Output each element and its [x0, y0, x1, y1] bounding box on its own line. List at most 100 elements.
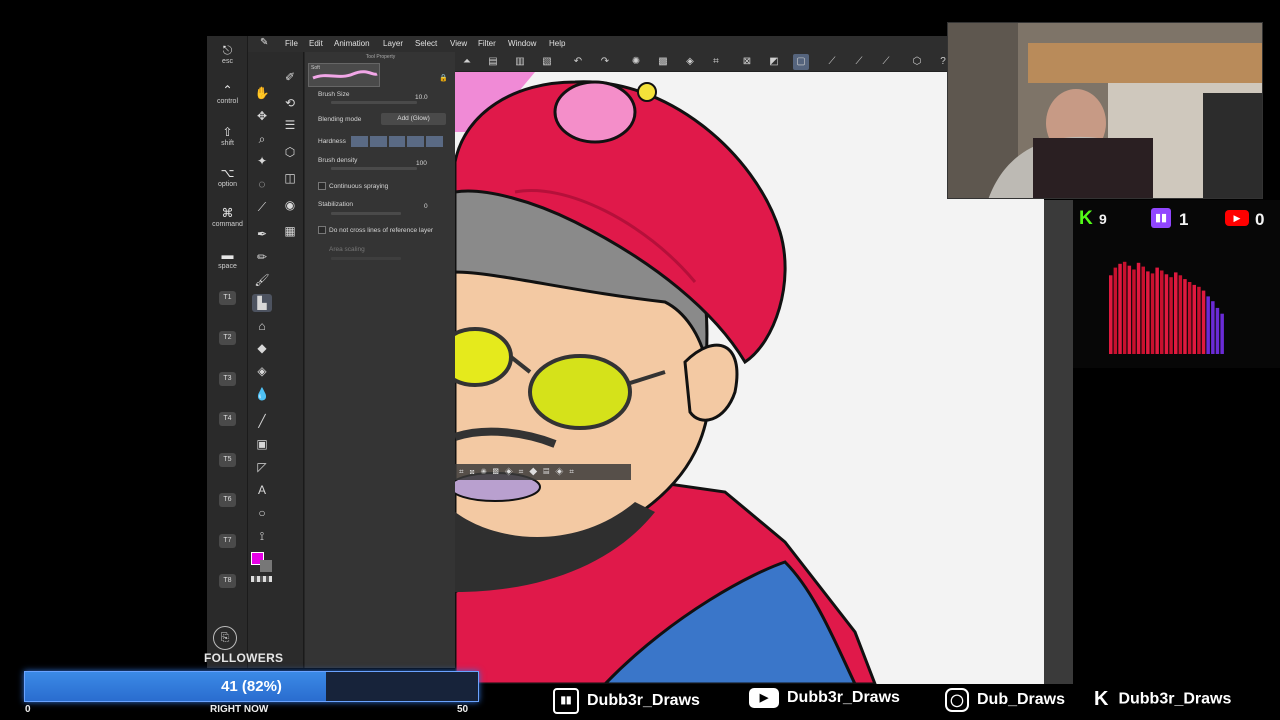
command-icon: ⌘ — [221, 206, 234, 220]
hardness-selector[interactable] — [351, 136, 443, 147]
fill-icon[interactable]: ◆ — [252, 339, 272, 357]
new-icon[interactable]: ⏶ — [459, 54, 475, 70]
stabilization-label: Stabilization — [318, 201, 354, 208]
command-key[interactable]: ⌘ command — [207, 207, 248, 228]
continuous-spraying-checkbox[interactable] — [318, 182, 326, 190]
space-key[interactable]: ▬ space — [207, 249, 248, 270]
menu-window[interactable]: Window — [508, 39, 536, 48]
transform-icon[interactable]: ◈ — [682, 54, 698, 70]
audio-bar — [1160, 270, 1164, 354]
blending-mode-select[interactable]: Add (Glow) — [381, 113, 446, 125]
shift-key[interactable]: ⇧ shift — [207, 126, 248, 147]
zoom-icon[interactable]: ⌕ — [252, 130, 272, 148]
brush-size-value[interactable]: 10.0 — [415, 94, 428, 101]
t6-key[interactable]: T6 — [219, 493, 236, 507]
t4-key[interactable]: T4 — [219, 412, 236, 426]
menu-help[interactable]: Help — [549, 39, 565, 48]
t5-key[interactable]: T5 — [219, 453, 236, 467]
menu-edit[interactable]: Edit — [309, 39, 323, 48]
rectangle-icon[interactable]: ▣ — [252, 435, 272, 453]
stabilization-value[interactable]: 0 — [424, 203, 428, 210]
sub-color-swatch[interactable] — [260, 560, 272, 572]
menu-filter[interactable]: Filter — [478, 39, 496, 48]
redo-icon[interactable]: ↷ — [597, 54, 613, 70]
decoration-icon[interactable]: ⌂ — [252, 317, 272, 335]
transparent-color-swatch[interactable] — [251, 576, 272, 582]
t1-key[interactable]: T1 — [219, 291, 236, 305]
brush-size-slider[interactable] — [331, 101, 417, 104]
followers-count: 41 (82%) — [221, 678, 282, 695]
fill-selection-icon[interactable]: ▩ — [655, 54, 671, 70]
chevron-up-icon: ⌃ — [222, 83, 233, 97]
snap-grid-icon[interactable]: ⟋ — [878, 54, 894, 70]
hand-icon[interactable]: ✋ — [252, 84, 272, 102]
t2-key[interactable]: T2 — [219, 331, 236, 345]
brush-density-slider[interactable] — [331, 167, 417, 170]
t3-key[interactable]: T3 — [219, 372, 236, 386]
export-icon[interactable]: ▧ — [539, 54, 555, 70]
pencil-icon[interactable]: ✏ — [252, 248, 272, 266]
brush-icon[interactable]: 🖌 — [252, 271, 272, 289]
kick-handle: Dubb3r_Draws — [1118, 690, 1232, 708]
youtube-handle: Dubb3r_Draws — [787, 689, 900, 707]
layer-property-icon[interactable]: ⬡ — [280, 143, 300, 161]
app-logo-icon[interactable]: ✎ — [260, 37, 268, 48]
move-icon[interactable]: ✥ — [252, 107, 272, 125]
floating-selection-toolbar[interactable]: ⌗⊠✺▩◈⌗◆▤◈⌗ — [459, 464, 629, 480]
layers-icon[interactable]: ◫ — [280, 169, 300, 187]
pen-icon[interactable]: ✒ — [252, 225, 272, 243]
open-icon[interactable]: ▤ — [485, 54, 501, 70]
brush-density-label: Brush density — [318, 157, 358, 164]
selection-border-icon[interactable]: ▢ — [793, 54, 809, 70]
esc-key[interactable]: ⎋ esc — [207, 44, 248, 65]
eyedropper-icon[interactable]: ⟋ — [252, 198, 272, 216]
eraser-icon[interactable]: ◈ — [252, 362, 272, 380]
command-label: command — [212, 221, 243, 228]
control-key[interactable]: ⌃ control — [207, 84, 248, 105]
social-twitch: ▮▮ Dubb3r_Draws — [553, 688, 700, 714]
invert-icon[interactable]: ◩ — [766, 54, 782, 70]
airbrush-icon[interactable]: ▙ — [252, 294, 272, 312]
brush-preview[interactable]: Soft — [308, 63, 380, 87]
snap-ruler-icon[interactable]: ⟋ — [824, 54, 840, 70]
option-key[interactable]: ⌥ option — [207, 167, 248, 188]
menu-layer[interactable]: Layer — [383, 39, 403, 48]
text-icon[interactable]: A — [252, 481, 272, 499]
menu-animation[interactable]: Animation — [334, 39, 370, 48]
rotate-view-icon[interactable]: ⟲ — [280, 94, 300, 112]
material-toolbar-icon[interactable]: ⬡ — [909, 54, 925, 70]
youtube-viewer-count: 0 — [1255, 210, 1265, 229]
undo-icon[interactable]: ↶ — [570, 54, 586, 70]
sub-tool-icon[interactable]: ✐ — [280, 68, 300, 86]
lasso-icon[interactable]: ◌ — [252, 175, 272, 193]
balloon-icon[interactable]: ○ — [252, 504, 272, 522]
menu-view[interactable]: View — [450, 39, 467, 48]
t8-key[interactable]: T8 — [219, 574, 236, 588]
clip-studio-logo-icon[interactable]: ⎘ — [213, 626, 237, 650]
menu-file[interactable]: File — [285, 39, 298, 48]
blend-icon[interactable]: 💧 — [252, 385, 272, 403]
audio-visualizer — [1109, 261, 1224, 354]
clear-icon[interactable]: ✺ — [628, 54, 644, 70]
snap-special-icon[interactable]: ⟋ — [851, 54, 867, 70]
gradient-icon[interactable]: ◸ — [252, 458, 272, 476]
save-icon[interactable]: ▥ — [512, 54, 528, 70]
social-youtube: ▶ Dubb3r_Draws — [749, 688, 900, 708]
crop-icon[interactable]: ⌗ — [708, 54, 724, 70]
navigator-icon[interactable]: ◉ — [280, 196, 300, 214]
brush-density-value[interactable]: 100 — [416, 160, 427, 167]
cross-lines-checkbox[interactable] — [318, 226, 326, 234]
line-icon[interactable]: ╱ — [252, 412, 272, 430]
command-bar: ⏶ ▤ ▥ ▧ ↶ ↷ ✺ ▩ ◈ ⌗ ⊠ ◩ ▢ ⟋ ⟋ ⟋ ⬡ ? — [455, 52, 948, 72]
deselect-icon[interactable]: ⊠ — [739, 54, 755, 70]
magic-wand-icon[interactable]: ✦ — [252, 152, 272, 170]
ruler-icon[interactable]: ⟟ — [252, 527, 272, 545]
material-icon[interactable]: ▦ — [280, 222, 300, 240]
stabilization-slider[interactable] — [331, 212, 401, 215]
tool-settings-icon[interactable]: ☰ — [280, 116, 300, 134]
menu-select[interactable]: Select — [415, 39, 437, 48]
area-scaling-slider[interactable] — [331, 257, 401, 260]
t7-key[interactable]: T7 — [219, 534, 236, 548]
lock-icon[interactable]: 🔒 — [439, 74, 448, 82]
social-kick: K Dubb3r_Draws — [1094, 688, 1231, 711]
